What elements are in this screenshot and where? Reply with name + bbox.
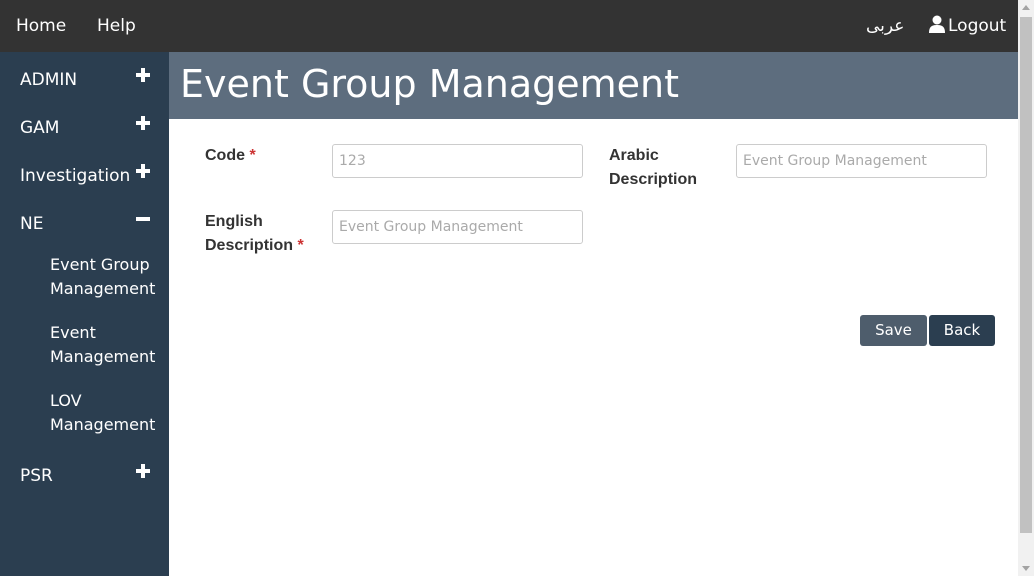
- required-marker: *: [297, 237, 304, 254]
- nav-help-link[interactable]: Help: [97, 0, 136, 52]
- scroll-up-arrow-icon[interactable]: [1022, 5, 1030, 10]
- nav-home-link[interactable]: Home: [16, 0, 66, 52]
- sidebar-item-label: NE: [20, 214, 44, 234]
- plus-icon: [136, 68, 150, 82]
- arabic-description-label: Arabic Description: [609, 144, 729, 192]
- minus-icon: [136, 212, 150, 226]
- arabic-description-label-line1: Arabic: [609, 147, 659, 164]
- sidebar: ADMIN GAM Investigation NE Event Group M…: [0, 52, 169, 576]
- sidebar-item-label: Investigation: [20, 166, 131, 186]
- page-title: Event Group Management: [180, 62, 680, 106]
- sidebar-item-admin[interactable]: ADMIN: [0, 56, 169, 104]
- subitem-label-line2: Management: [50, 415, 156, 434]
- sidebar-item-gam[interactable]: GAM: [0, 104, 169, 152]
- vertical-scrollbar[interactable]: [1018, 0, 1034, 576]
- code-input[interactable]: [332, 144, 583, 178]
- sidebar-subitem-lov-management[interactable]: LOV Management: [50, 389, 165, 437]
- subitem-label-line1: Event Group: [50, 255, 150, 274]
- plus-icon: [136, 464, 150, 478]
- scrollbar-thumb[interactable]: [1020, 17, 1032, 533]
- subitem-label-line2: Management: [50, 347, 156, 366]
- page-header: Event Group Management: [169, 52, 1018, 119]
- english-description-input[interactable]: [332, 210, 583, 244]
- arabic-description-label-line2: Description: [609, 171, 698, 188]
- sidebar-item-label: PSR: [20, 466, 53, 486]
- sidebar-item-investigation[interactable]: Investigation: [0, 152, 169, 200]
- subitem-label-line2: Management: [50, 279, 156, 298]
- logout-link[interactable]: Logout: [928, 0, 1006, 52]
- logout-label: Logout: [948, 16, 1007, 36]
- code-label: Code *: [205, 144, 325, 168]
- english-description-label: English Description *: [205, 210, 325, 258]
- subitem-label-line1: LOV: [50, 391, 82, 410]
- sidebar-item-ne[interactable]: NE: [0, 200, 169, 248]
- sidebar-subitem-event-group-management[interactable]: Event Group Management: [50, 253, 165, 301]
- user-icon: [929, 15, 945, 33]
- language-switch-link[interactable]: عربى: [866, 0, 904, 52]
- code-label-text: Code: [205, 147, 245, 164]
- plus-icon: [136, 116, 150, 130]
- sidebar-item-label: ADMIN: [20, 70, 78, 90]
- english-description-label-line1: English: [205, 213, 263, 230]
- english-description-label-line2: Description: [205, 237, 294, 254]
- back-button[interactable]: Back: [929, 315, 995, 346]
- required-marker: *: [249, 147, 256, 164]
- sidebar-item-psr[interactable]: PSR: [0, 452, 169, 500]
- sidebar-subitem-event-management[interactable]: Event Management: [50, 321, 165, 369]
- save-button[interactable]: Save: [860, 315, 927, 346]
- plus-icon: [136, 164, 150, 178]
- subitem-label-line1: Event: [50, 323, 96, 342]
- arabic-description-input[interactable]: [736, 144, 987, 178]
- top-navbar: Home Help عربى Logout: [0, 0, 1018, 52]
- scroll-down-arrow-icon[interactable]: [1022, 566, 1030, 571]
- sidebar-item-label: GAM: [20, 118, 60, 138]
